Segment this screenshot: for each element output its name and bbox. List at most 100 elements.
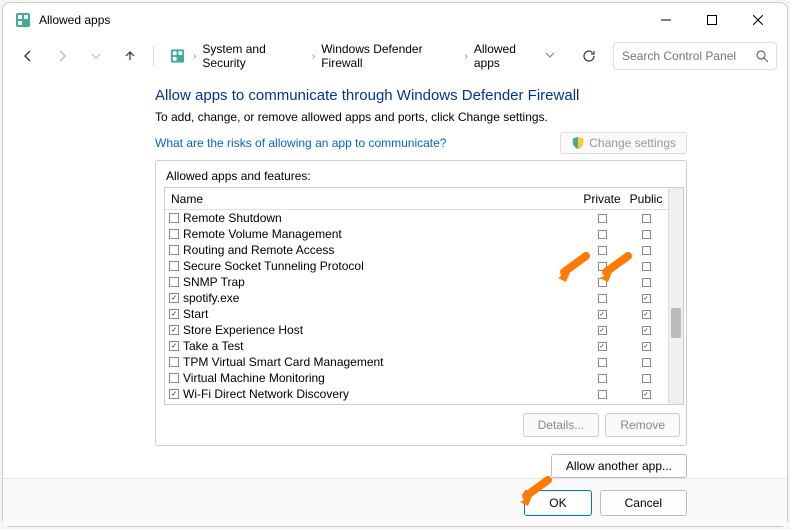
chevron-icon: ›: [463, 51, 470, 62]
row-enable-checkbox[interactable]: [169, 277, 179, 287]
column-public[interactable]: Public: [624, 192, 668, 206]
list-row[interactable]: Store Experience Host: [165, 322, 668, 338]
minimize-button[interactable]: [643, 5, 689, 35]
maximize-icon: [707, 15, 717, 25]
cancel-button[interactable]: Cancel: [600, 490, 687, 516]
row-private-cell: [580, 230, 624, 239]
row-name: Remote Volume Management: [183, 227, 580, 241]
public-checkbox[interactable]: [642, 262, 651, 271]
public-checkbox[interactable]: [642, 278, 651, 287]
row-name: Routing and Remote Access: [183, 243, 580, 257]
breadcrumb[interactable]: › System and Security › Windows Defender…: [162, 36, 571, 76]
row-public-cell: [624, 326, 668, 335]
list-row[interactable]: Remote Shutdown: [165, 210, 668, 226]
up-button[interactable]: [115, 41, 145, 71]
row-enable-checkbox[interactable]: [169, 309, 179, 319]
public-checkbox[interactable]: [642, 326, 651, 335]
public-checkbox[interactable]: [642, 214, 651, 223]
row-name: Virtual Machine Monitoring: [183, 371, 580, 385]
scrollbar[interactable]: [668, 188, 683, 404]
row-enable-checkbox[interactable]: [169, 261, 179, 271]
change-settings-button[interactable]: Change settings: [560, 132, 687, 154]
scrollbar-thumb[interactable]: [671, 308, 681, 338]
row-enable-checkbox[interactable]: [169, 357, 179, 367]
private-checkbox[interactable]: [598, 342, 607, 351]
remove-button[interactable]: Remove: [605, 413, 680, 437]
list-row[interactable]: Take a Test: [165, 338, 668, 354]
control-panel-icon: [170, 48, 185, 64]
column-name[interactable]: Name: [165, 192, 580, 206]
close-button[interactable]: [735, 5, 781, 35]
back-button[interactable]: [13, 41, 43, 71]
list-row[interactable]: Secure Socket Tunneling Protocol: [165, 258, 668, 274]
private-checkbox[interactable]: [598, 374, 607, 383]
row-private-cell: [580, 390, 624, 399]
public-checkbox[interactable]: [642, 230, 651, 239]
list-row[interactable]: Start: [165, 306, 668, 322]
list-row[interactable]: Windows Calculator: [165, 402, 668, 404]
footer: OK Cancel: [3, 478, 787, 526]
list-row[interactable]: spotify.exe: [165, 290, 668, 306]
refresh-button[interactable]: [575, 42, 603, 70]
window-title: Allowed apps: [39, 13, 110, 27]
row-enable-checkbox[interactable]: [169, 293, 179, 303]
recent-dropdown[interactable]: [81, 41, 111, 71]
row-name: Windows Calculator: [183, 403, 580, 404]
search-box[interactable]: [613, 42, 777, 70]
list-row[interactable]: TPM Virtual Smart Card Management: [165, 354, 668, 370]
breadcrumb-item[interactable]: Allowed apps: [470, 40, 545, 72]
separator: [153, 46, 154, 66]
public-checkbox[interactable]: [642, 310, 651, 319]
breadcrumb-item[interactable]: Windows Defender Firewall: [317, 40, 462, 72]
row-enable-checkbox[interactable]: [169, 229, 179, 239]
row-public-cell: [624, 342, 668, 351]
list-row[interactable]: Virtual Machine Monitoring: [165, 370, 668, 386]
row-enable-checkbox[interactable]: [169, 341, 179, 351]
close-icon: [753, 15, 763, 25]
private-checkbox[interactable]: [598, 310, 607, 319]
page-heading: Allow apps to communicate through Window…: [155, 87, 687, 104]
row-name: Take a Test: [183, 339, 580, 353]
private-checkbox[interactable]: [598, 294, 607, 303]
forward-button[interactable]: [47, 41, 77, 71]
row-public-cell: [624, 374, 668, 383]
row-enable-checkbox[interactable]: [169, 325, 179, 335]
public-checkbox[interactable]: [642, 294, 651, 303]
private-checkbox[interactable]: [598, 214, 607, 223]
public-checkbox[interactable]: [642, 246, 651, 255]
private-checkbox[interactable]: [598, 230, 607, 239]
row-name: TPM Virtual Smart Card Management: [183, 355, 580, 369]
risk-link[interactable]: What are the risks of allowing an app to…: [155, 136, 446, 150]
row-enable-checkbox[interactable]: [169, 213, 179, 223]
row-private-cell: [580, 358, 624, 367]
list-row[interactable]: Remote Volume Management: [165, 226, 668, 242]
column-private[interactable]: Private: [580, 192, 624, 206]
public-checkbox[interactable]: [642, 374, 651, 383]
public-checkbox[interactable]: [642, 390, 651, 399]
search-input[interactable]: [622, 49, 752, 63]
maximize-button[interactable]: [689, 5, 735, 35]
list-row[interactable]: SNMP Trap: [165, 274, 668, 290]
row-enable-checkbox[interactable]: [169, 245, 179, 255]
row-enable-checkbox[interactable]: [169, 373, 179, 383]
chevron-icon: ›: [191, 51, 198, 62]
private-checkbox[interactable]: [598, 326, 607, 335]
row-enable-checkbox[interactable]: [169, 389, 179, 399]
private-checkbox[interactable]: [598, 358, 607, 367]
group-title: Allowed apps and features:: [164, 169, 684, 183]
private-checkbox[interactable]: [598, 390, 607, 399]
up-icon: [123, 49, 137, 63]
annotation-arrow: [556, 252, 590, 282]
breadcrumb-item[interactable]: System and Security: [198, 40, 309, 72]
details-button[interactable]: Details...: [523, 413, 600, 437]
back-icon: [21, 49, 35, 63]
list-header: Name Private Public: [165, 188, 668, 210]
window: Allowed apps › System and Security › Win…: [2, 2, 788, 527]
allow-another-app-button[interactable]: Allow another app...: [551, 454, 687, 478]
row-public-cell: [624, 214, 668, 223]
public-checkbox[interactable]: [642, 358, 651, 367]
public-checkbox[interactable]: [642, 342, 651, 351]
list-row[interactable]: Routing and Remote Access: [165, 242, 668, 258]
breadcrumb-dropdown[interactable]: [545, 49, 555, 63]
list-row[interactable]: Wi-Fi Direct Network Discovery: [165, 386, 668, 402]
